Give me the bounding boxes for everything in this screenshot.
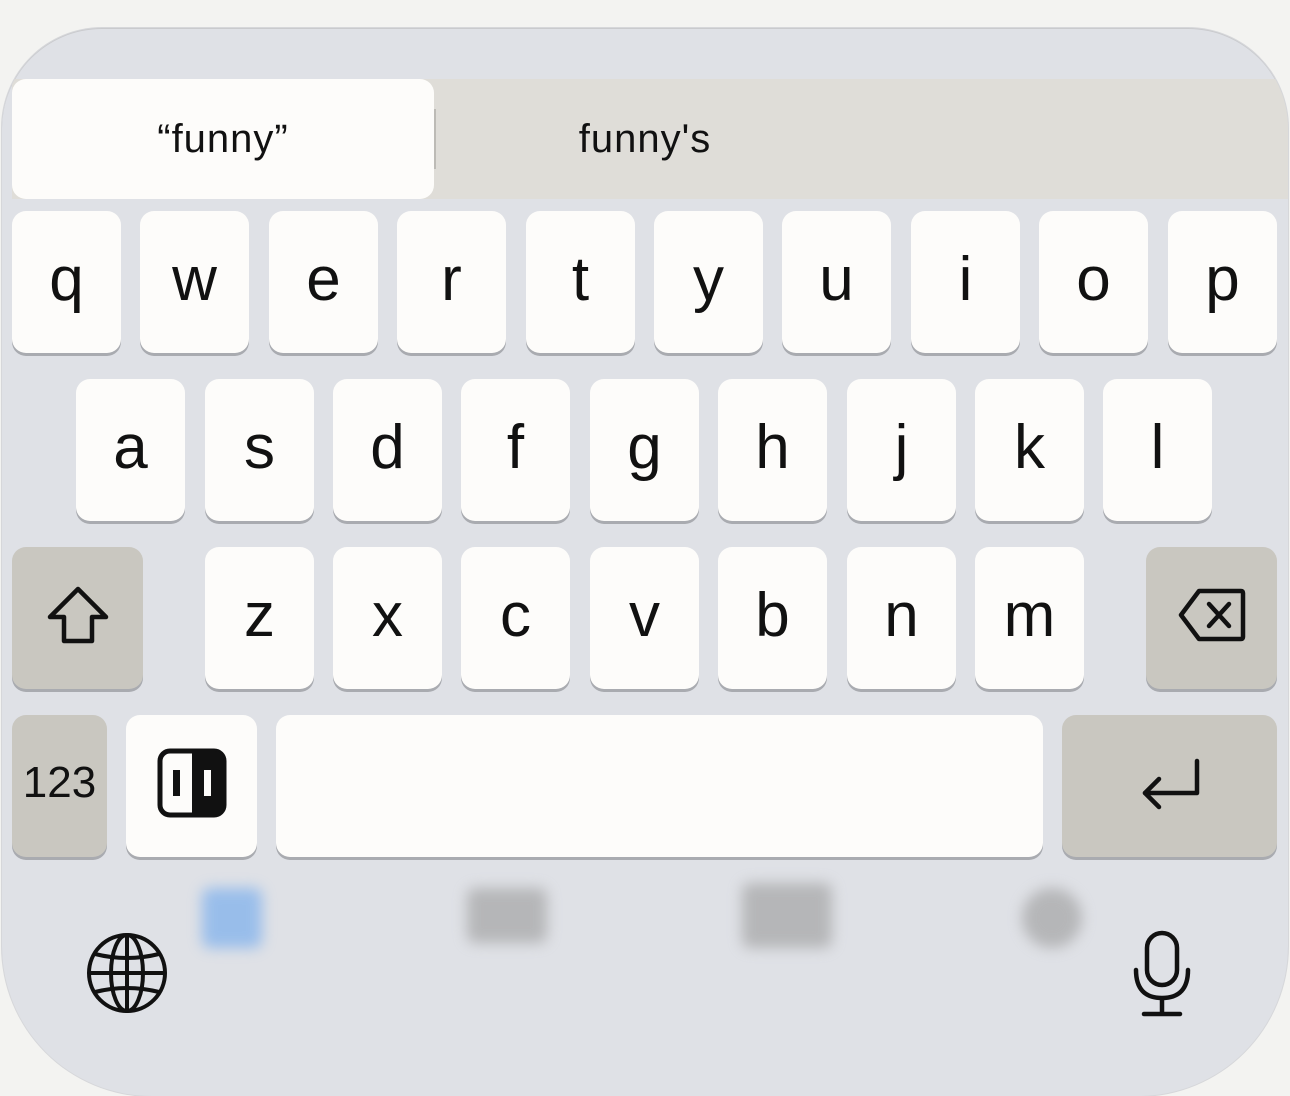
key-d[interactable]: d [333, 379, 442, 521]
numbers-key[interactable]: 123 [12, 715, 107, 857]
key-h[interactable]: h [718, 379, 827, 521]
shift-icon [47, 586, 108, 644]
key-a[interactable]: a [76, 379, 185, 521]
delete-key[interactable] [1146, 547, 1277, 689]
key-v[interactable]: v [590, 547, 699, 689]
emoji-keyboard-icon [157, 748, 226, 818]
keyboard: “funny” funny's q w e r t y u i o p a s … [2, 28, 1288, 1096]
key-s[interactable]: s [205, 379, 314, 521]
globe-button[interactable] [82, 928, 172, 1018]
key-b[interactable]: b [718, 547, 827, 689]
key-u[interactable]: u [782, 211, 891, 353]
globe-icon [87, 933, 167, 1013]
delete-icon [1178, 588, 1245, 642]
key-k[interactable]: k [975, 379, 1084, 521]
suggestion-primary[interactable]: “funny” [12, 79, 434, 199]
key-i[interactable]: i [911, 211, 1020, 353]
background-home-icon [202, 888, 262, 948]
key-m[interactable]: m [975, 547, 1084, 689]
space-bar[interactable] [276, 715, 1043, 857]
background-tab-bar [152, 878, 1152, 1018]
key-c[interactable]: c [461, 547, 570, 689]
suggestion-secondary[interactable]: funny's [434, 79, 856, 199]
key-e[interactable]: e [269, 211, 378, 353]
microphone-icon [1133, 930, 1191, 1016]
key-y[interactable]: y [654, 211, 763, 353]
return-key[interactable] [1062, 715, 1277, 857]
key-q[interactable]: q [12, 211, 121, 353]
key-g[interactable]: g [590, 379, 699, 521]
background-tab-icon [467, 888, 547, 943]
background-chat-icon [742, 883, 832, 948]
key-r[interactable]: r [397, 211, 506, 353]
emoji-key[interactable] [126, 715, 257, 857]
key-n[interactable]: n [847, 547, 956, 689]
shift-key[interactable] [12, 547, 143, 689]
suggestion-bar: “funny” funny's [12, 79, 1288, 199]
background-settings-icon [1022, 888, 1082, 948]
key-t[interactable]: t [526, 211, 635, 353]
key-x[interactable]: x [333, 547, 442, 689]
key-z[interactable]: z [205, 547, 314, 689]
key-w[interactable]: w [140, 211, 249, 353]
key-p[interactable]: p [1168, 211, 1277, 353]
key-l[interactable]: l [1103, 379, 1212, 521]
key-o[interactable]: o [1039, 211, 1148, 353]
return-icon [1142, 758, 1199, 810]
key-f[interactable]: f [461, 379, 570, 521]
microphone-button[interactable] [1122, 926, 1202, 1021]
key-j[interactable]: j [847, 379, 956, 521]
